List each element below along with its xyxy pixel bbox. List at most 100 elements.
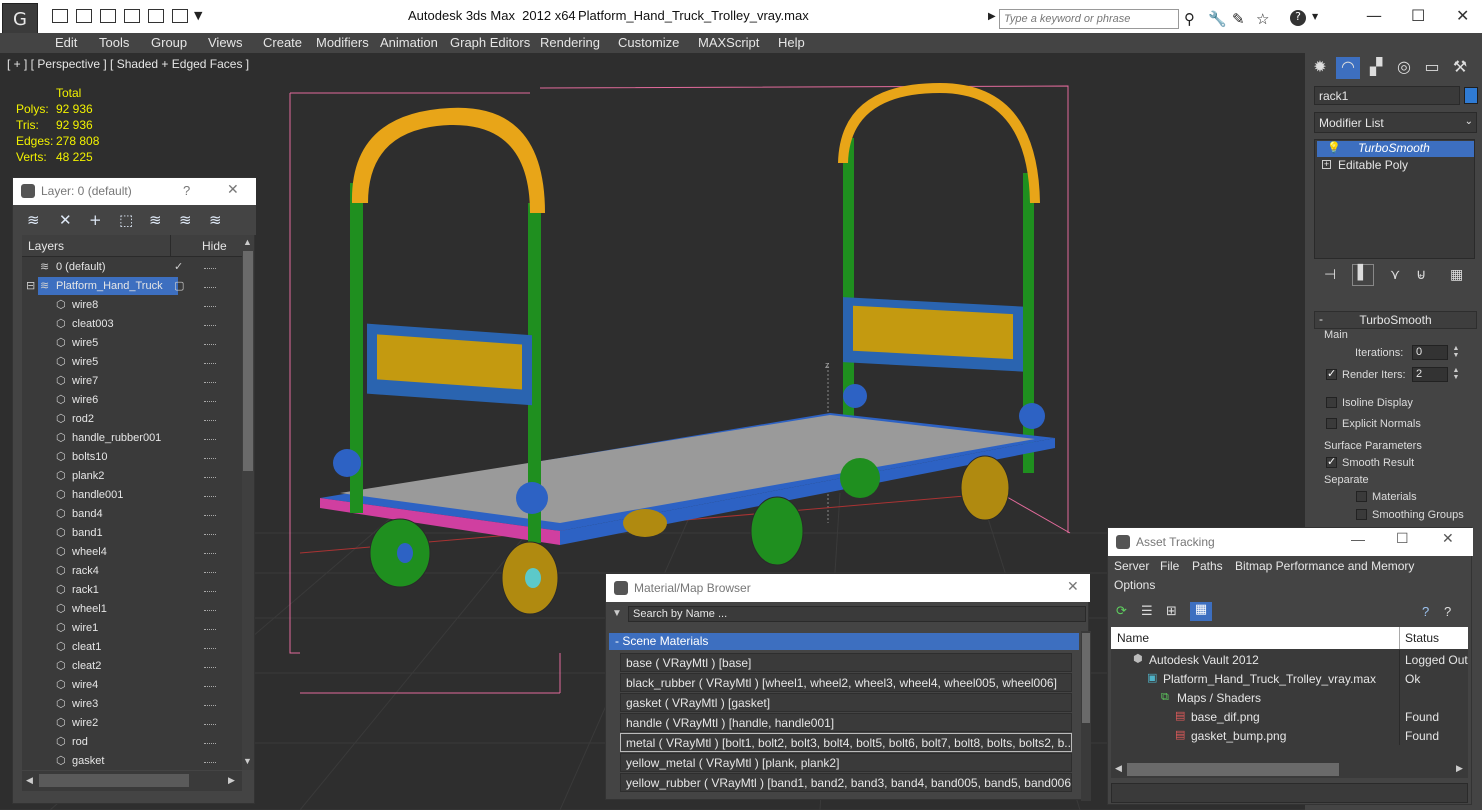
asset-menu-file[interactable]: File xyxy=(1160,559,1179,573)
hide-toggle[interactable] xyxy=(204,546,216,554)
explicit-normals-checkbox[interactable] xyxy=(1326,418,1337,429)
layer-object-row[interactable]: ⬡ handle001 xyxy=(22,486,242,505)
object-color-swatch[interactable] xyxy=(1464,87,1478,104)
material-list-item[interactable]: base ( VRayMtl ) [base] xyxy=(620,653,1072,672)
layer-object-row[interactable]: ⬡ bolts10 xyxy=(22,448,242,467)
separate-materials-checkbox[interactable] xyxy=(1356,491,1367,502)
layer-object-row[interactable]: ⬡ handle_rubber001 xyxy=(22,429,242,448)
fetch-icon[interactable] xyxy=(148,9,164,23)
layer-object-row[interactable]: ⬡ wheel4 xyxy=(22,543,242,562)
help-dropdown-icon[interactable]: ▼ xyxy=(1312,12,1318,21)
hide-all-layers-icon[interactable]: ≋ xyxy=(179,211,192,229)
menu-maxscript[interactable]: MAXScript xyxy=(698,35,759,50)
hide-toggle[interactable] xyxy=(204,622,216,630)
list-view-icon[interactable]: ☰ xyxy=(1141,604,1153,619)
layers-column-header[interactable]: Layers xyxy=(28,239,64,253)
hide-toggle[interactable] xyxy=(204,356,216,364)
scroll-right-icon[interactable]: ▶ xyxy=(228,775,235,786)
configure-modifier-sets-icon[interactable]: ▦ xyxy=(1450,267,1463,283)
iterations-spinner[interactable]: 0 xyxy=(1412,345,1448,360)
layer-object-row[interactable]: ⬡ wire2 xyxy=(22,714,242,733)
asset-row[interactable]: ⬢ Autodesk Vault 2012 Logged Out xyxy=(1111,650,1468,669)
hide-toggle[interactable] xyxy=(204,698,216,706)
new-file-icon[interactable] xyxy=(52,9,68,23)
object-name-field[interactable]: rack1 xyxy=(1314,86,1460,105)
hide-toggle[interactable] xyxy=(204,641,216,649)
name-column-header[interactable]: Name xyxy=(1117,631,1149,645)
menu-modifiers[interactable]: Modifiers xyxy=(316,35,369,50)
scroll-right-icon[interactable]: ▶ xyxy=(1456,763,1463,774)
create-tab-icon[interactable]: ✹ xyxy=(1308,57,1332,79)
menu-customize[interactable]: Customize xyxy=(618,35,679,50)
scene-materials-group[interactable]: - Scene Materials xyxy=(609,633,1079,650)
layer-object-row[interactable]: ⬡ wire8 xyxy=(22,296,242,315)
layer-object-row[interactable]: ⬡ wire6 xyxy=(22,391,242,410)
favorites-star-icon[interactable]: ☆ xyxy=(1256,10,1269,28)
material-browser-titlebar[interactable]: Material/Map Browser ✕ xyxy=(606,574,1090,602)
isoline-display-checkbox[interactable] xyxy=(1326,397,1337,408)
layer-object-row[interactable]: ⬡ wire5 xyxy=(22,353,242,372)
hide-toggle[interactable] xyxy=(204,375,216,383)
close-icon[interactable]: ✕ xyxy=(1442,531,1454,547)
delete-layer-icon[interactable]: ✕ xyxy=(59,211,72,229)
minimize-button[interactable]: — xyxy=(1366,6,1382,25)
display-tab-icon[interactable]: ▭ xyxy=(1420,57,1444,79)
render-iters-spinner[interactable]: 2 xyxy=(1412,367,1448,382)
help-icon[interactable]: ? xyxy=(1422,604,1429,619)
add-to-layer-icon[interactable]: + xyxy=(89,211,102,229)
hide-toggle[interactable] xyxy=(204,679,216,687)
close-icon[interactable]: ✕ xyxy=(227,182,239,198)
hide-column-header[interactable]: Hide xyxy=(202,239,227,253)
menu-rendering[interactable]: Rendering xyxy=(540,35,600,50)
undo-icon[interactable] xyxy=(100,9,116,23)
menu-edit[interactable]: Edit xyxy=(55,35,77,50)
maximize-button[interactable]: ☐ xyxy=(1396,531,1409,547)
hide-toggle[interactable] xyxy=(204,394,216,402)
utilities-tab-icon[interactable]: ⚒ xyxy=(1448,57,1472,79)
make-unique-icon[interactable]: ⋎ xyxy=(1390,267,1400,283)
material-list-item[interactable]: black_rubber ( VRayMtl ) [wheel1, wheel2… xyxy=(620,673,1072,692)
layer-object-row[interactable]: ⬡ wire1 xyxy=(22,619,242,638)
layer-object-row[interactable]: ⬡ rack4 xyxy=(22,562,242,581)
hide-toggle[interactable] xyxy=(204,717,216,725)
close-icon[interactable]: ✕ xyxy=(1067,579,1079,595)
asset-row[interactable]: ⧉ Maps / Shaders xyxy=(1111,688,1468,707)
hold-icon[interactable] xyxy=(124,9,140,23)
modifier-list-dropdown[interactable]: Modifier List ⌄ xyxy=(1314,112,1477,133)
layer-row[interactable]: ⊟ ≋ Platform_Hand_Truck ▢ xyxy=(22,277,242,296)
app-logo-icon[interactable]: G xyxy=(2,3,38,35)
layer-object-row[interactable]: ⬡ wire3 xyxy=(22,695,242,714)
modify-tab-icon[interactable]: ◠ xyxy=(1336,57,1360,79)
hide-toggle[interactable] xyxy=(204,603,216,611)
freeze-all-layers-icon[interactable]: ≋ xyxy=(209,211,222,229)
scroll-thumb[interactable] xyxy=(1082,633,1090,723)
minimize-button[interactable]: — xyxy=(1351,531,1365,547)
menu-create[interactable]: Create xyxy=(263,35,302,50)
layer-object-row[interactable]: ⬡ band1 xyxy=(22,524,242,543)
highlight-layer-icon[interactable]: ≋ xyxy=(149,211,162,229)
separate-smoothing-groups-checkbox[interactable] xyxy=(1356,509,1367,520)
hscroll-thumb[interactable] xyxy=(1127,763,1339,776)
smooth-result-checkbox[interactable] xyxy=(1326,455,1337,468)
menu-animation[interactable]: Animation xyxy=(380,35,438,50)
layer-object-row[interactable]: ⬡ cleat2 xyxy=(22,657,242,676)
select-objects-icon[interactable]: ⬚ xyxy=(119,211,133,229)
hide-toggle[interactable] xyxy=(204,755,216,763)
viewport-label[interactable]: [ + ] [ Perspective ] [ Shaded + Edged F… xyxy=(7,57,249,71)
layer-scrollbar[interactable]: ▲ ▼ xyxy=(242,235,254,770)
maximize-button[interactable]: ☐ xyxy=(1411,6,1425,25)
expand-plus-icon[interactable]: + xyxy=(1322,160,1331,169)
hide-toggle[interactable] xyxy=(204,261,216,269)
layer-object-row[interactable]: ⬡ wire7 xyxy=(22,372,242,391)
layer-object-row[interactable]: ⬡ band4 xyxy=(22,505,242,524)
stack-item-editable-poly[interactable]: + Editable Poly xyxy=(1317,158,1474,174)
menu-help[interactable]: Help xyxy=(778,35,805,50)
create-layer-icon[interactable]: ≋ xyxy=(27,211,40,229)
hide-toggle[interactable] xyxy=(204,527,216,535)
quick-access-dropdown-icon[interactable]: ▼ xyxy=(194,9,202,22)
menu-views[interactable]: Views xyxy=(208,35,242,50)
lightbulb-icon[interactable]: 💡 xyxy=(1327,141,1341,154)
render-iters-checkbox[interactable] xyxy=(1326,367,1337,380)
scroll-left-icon[interactable]: ◀ xyxy=(26,775,33,786)
current-layer-check-icon[interactable]: ✓ xyxy=(174,260,183,273)
